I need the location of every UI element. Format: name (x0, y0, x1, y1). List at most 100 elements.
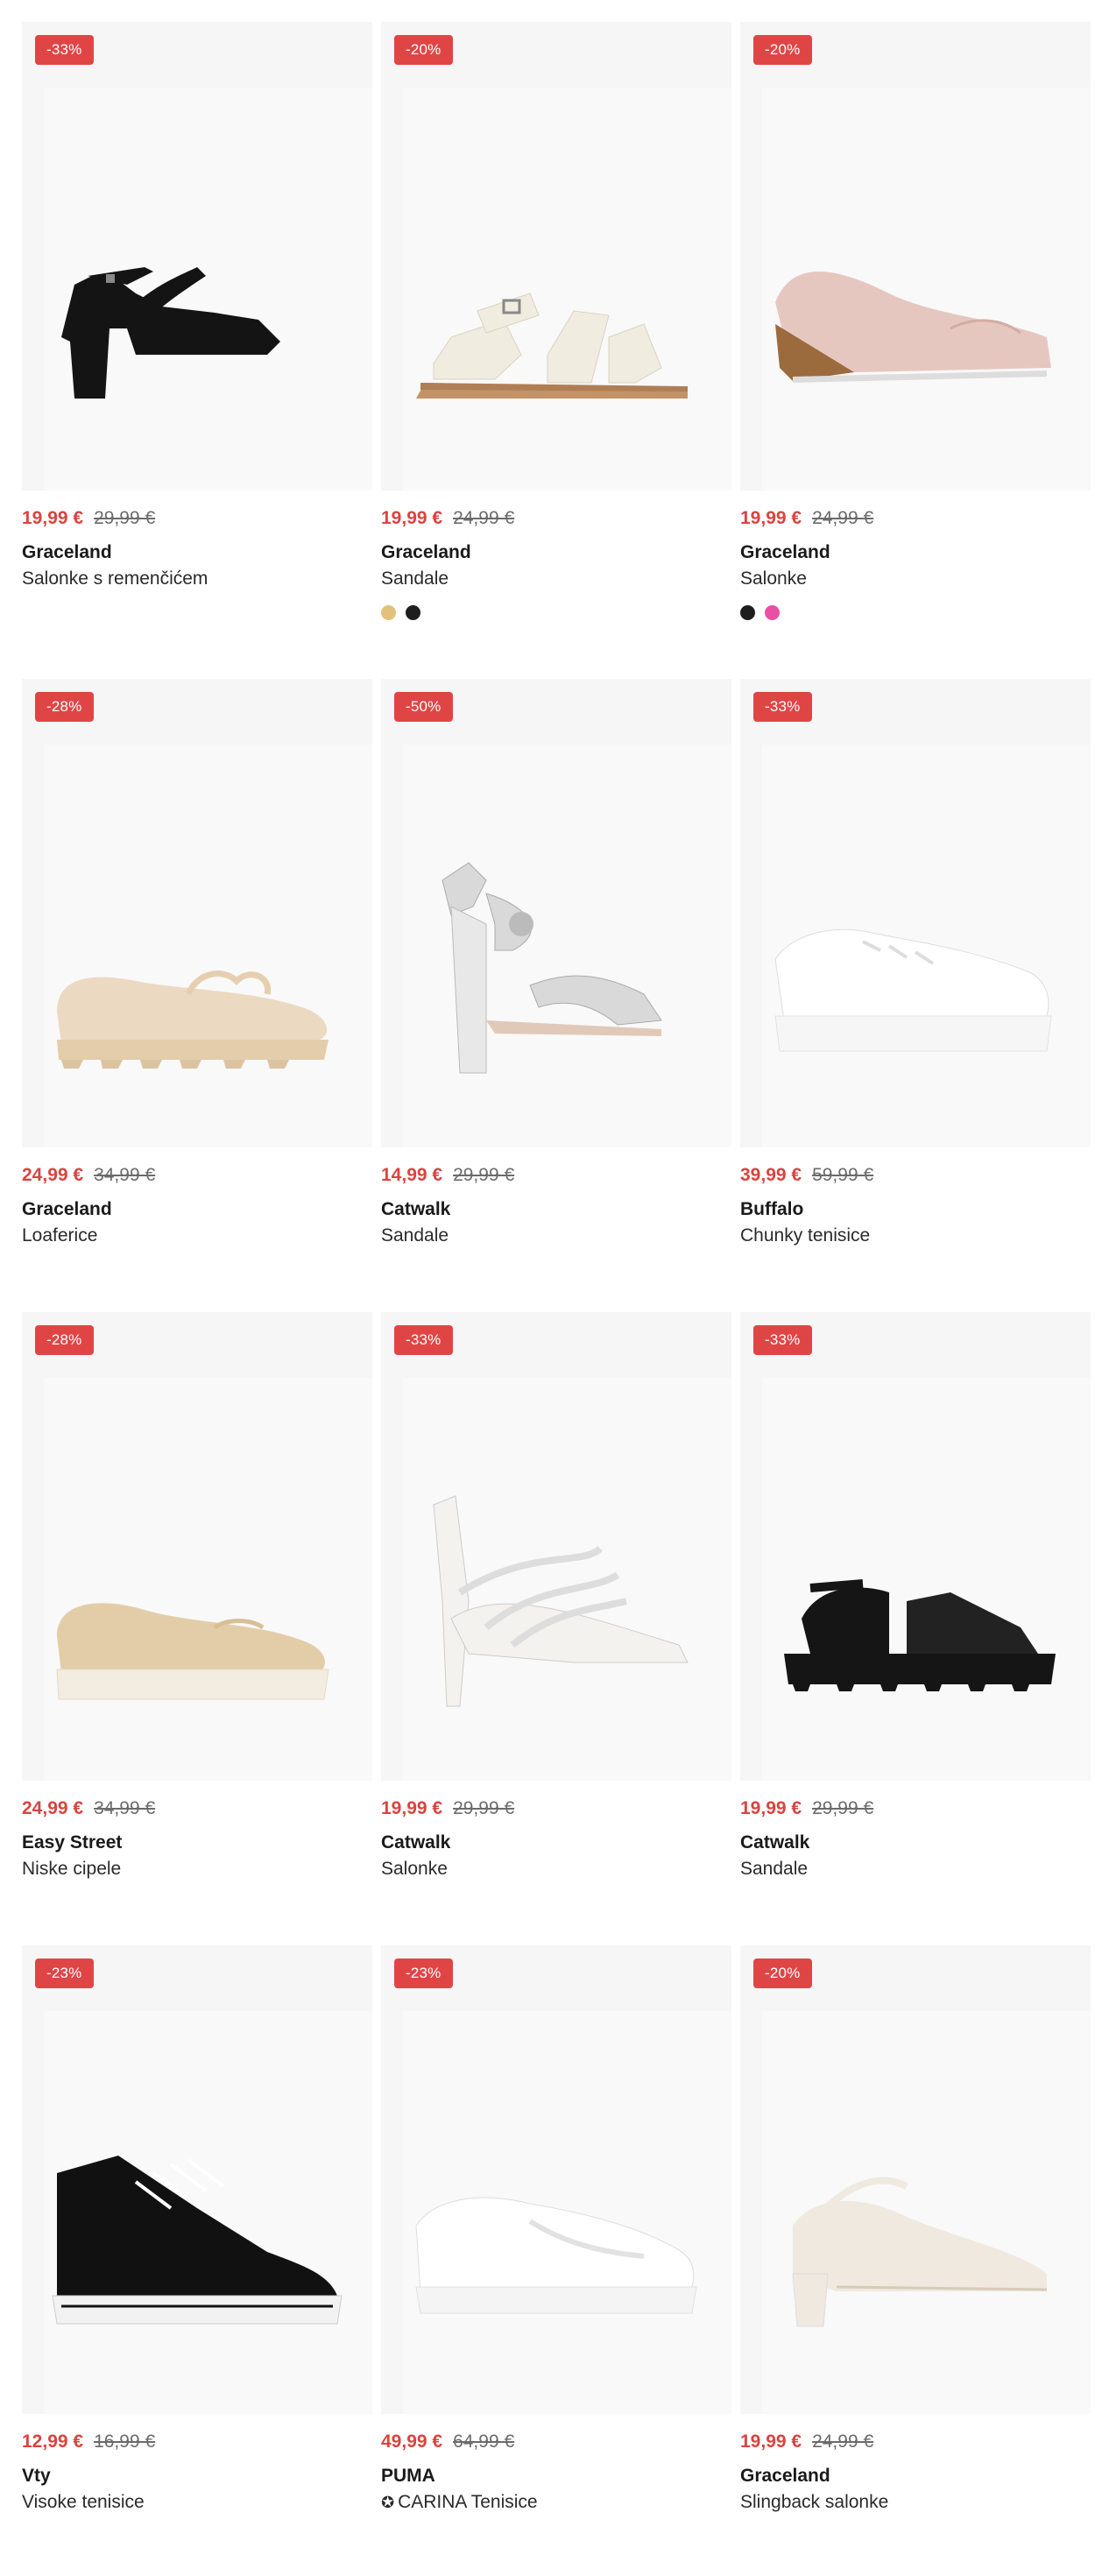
original-price: 16,99 € (94, 2431, 156, 2452)
color-swatch[interactable] (381, 605, 396, 620)
product-card[interactable]: -33% 19,99 € 29,99 € Catwalk Sandale (740, 1312, 1091, 1945)
color-swatch[interactable] (765, 605, 780, 620)
sale-price: 19,99 € (740, 2431, 802, 2452)
product-name[interactable]: Sandale (381, 567, 731, 591)
shoe-image (775, 272, 1051, 383)
product-brand[interactable]: PUMA (381, 2464, 731, 2488)
price-row: 19,99 € 29,99 € (740, 1796, 1091, 1822)
price-row: 39,99 € 59,99 € (740, 1162, 1091, 1189)
product-name[interactable]: Niske cipele (22, 1857, 372, 1881)
product-name-text: Sandale (381, 1225, 449, 1246)
sale-price: 19,99 € (740, 508, 802, 528)
sale-price: 19,99 € (381, 1798, 443, 1818)
discount-badge: -33% (35, 35, 94, 65)
product-card[interactable]: -33% 19,99 € 29,99 € Graceland Salonke s… (22, 22, 372, 679)
product-image[interactable]: -20% (740, 22, 1091, 490)
product-name[interactable]: Salonke (381, 1857, 731, 1881)
shoe-image (52, 2156, 343, 2325)
product-card[interactable]: -50% 14,99 € 29,99 € Catwalk Sandale (381, 679, 731, 1312)
discount-badge: -33% (394, 1325, 453, 1355)
product-grid: -33% 19,99 € 29,99 € Graceland Salonke s… (22, 22, 1095, 2576)
product-name[interactable]: Loaferice (22, 1224, 372, 1248)
original-price: 34,99 € (94, 1165, 156, 1185)
original-price: 29,99 € (812, 1798, 874, 1818)
color-swatches (740, 605, 1091, 620)
product-image[interactable]: -33% (740, 679, 1091, 1147)
original-price: 29,99 € (453, 1165, 515, 1185)
product-image[interactable]: -23% (22, 1945, 372, 2414)
product-image[interactable]: -33% (381, 1312, 731, 1781)
puma-logo-icon: ✪ (381, 2494, 395, 2511)
product-brand[interactable]: Graceland (740, 2464, 1091, 2488)
original-price: 59,99 € (812, 1165, 874, 1185)
discount-badge: -33% (753, 1325, 812, 1355)
product-card[interactable]: -23% 49,99 € 64,99 € PUMA ✪ CARINA Tenisi… (381, 1945, 731, 2576)
product-image[interactable]: -20% (740, 1945, 1091, 2414)
product-brand[interactable]: Graceland (740, 540, 1091, 565)
product-card[interactable]: -20% 19,99 € 24,99 € Graceland Slingback… (740, 1945, 1091, 2576)
product-name-text: Loaferice (22, 1225, 98, 1246)
product-name[interactable]: Salonke s remenčićem (22, 567, 372, 591)
product-brand[interactable]: Catwalk (381, 1831, 731, 1855)
original-price: 29,99 € (453, 1798, 515, 1818)
product-image[interactable]: -28% (22, 1312, 372, 1781)
product-name[interactable]: Chunky tenisice (740, 1224, 1091, 1248)
product-name[interactable]: Sandale (740, 1857, 1091, 1881)
product-brand[interactable]: Easy Street (22, 1831, 372, 1855)
product-brand[interactable]: Graceland (381, 540, 731, 565)
product-name[interactable]: Visoke tenisice (22, 2490, 372, 2515)
product-image[interactable]: -28% (22, 679, 372, 1147)
shoe-image (442, 862, 662, 1074)
sale-price: 19,99 € (381, 508, 443, 528)
product-card[interactable]: -33% 39,99 € 59,99 € Buffalo Chunky teni… (740, 679, 1091, 1312)
product-brand[interactable]: Graceland (22, 540, 372, 565)
discount-badge: -20% (394, 35, 453, 65)
product-name-text: Salonke (740, 568, 807, 589)
price-row: 24,99 € 34,99 € (22, 1796, 372, 1822)
product-name-text: Slingback salonke (740, 2492, 889, 2512)
price-row: 49,99 € 64,99 € (381, 2429, 731, 2455)
color-swatch[interactable] (406, 605, 420, 620)
original-price: 34,99 € (94, 1798, 156, 1818)
price-row: 19,99 € 29,99 € (22, 505, 372, 532)
sale-price: 24,99 € (22, 1165, 84, 1185)
product-name-text: Sandale (740, 1859, 809, 1879)
product-card[interactable]: -28% 24,99 € 34,99 € Graceland Loaferice (22, 679, 372, 1312)
sale-price: 39,99 € (740, 1165, 802, 1185)
price-row: 14,99 € 29,99 € (381, 1162, 731, 1189)
sale-price: 49,99 € (381, 2431, 443, 2452)
color-swatches (381, 605, 731, 620)
sale-price: 19,99 € (740, 1798, 802, 1818)
product-name[interactable]: ✪ CARINA Tenisice (381, 2490, 731, 2515)
price-row: 19,99 € 24,99 € (381, 505, 731, 532)
price-row: 19,99 € 24,99 € (740, 505, 1091, 532)
product-brand[interactable]: Graceland (22, 1197, 372, 1222)
product-brand[interactable]: Catwalk (740, 1831, 1091, 1855)
discount-badge: -23% (394, 1958, 453, 1988)
product-name-text: Niske cipele (22, 1859, 122, 1879)
product-card[interactable]: -23% 12,99 € 16,99 € Vty Visoke tenisice (22, 1945, 372, 2576)
product-brand[interactable]: Vty (22, 2464, 372, 2488)
product-card[interactable]: -33% 19,99 € 29,99 € Catwalk Salonke (381, 1312, 731, 1945)
product-image[interactable]: -20% (381, 22, 731, 490)
discount-badge: -33% (753, 692, 812, 722)
product-name-text: Sandale (381, 568, 449, 589)
product-brand[interactable]: Catwalk (381, 1197, 731, 1222)
product-name[interactable]: Salonke (740, 567, 1091, 591)
price-row: 19,99 € 24,99 € (740, 2429, 1091, 2455)
product-image[interactable]: -33% (740, 1312, 1091, 1781)
sale-price: 12,99 € (22, 2431, 84, 2452)
product-brand[interactable]: Buffalo (740, 1197, 1091, 1222)
discount-badge: -23% (35, 1958, 94, 1988)
product-card[interactable]: -28% 24,99 € 34,99 € Easy Street Niske c… (22, 1312, 372, 1945)
product-image[interactable]: -33% (22, 22, 372, 490)
product-card[interactable]: -20% 19,99 € 24,99 € Graceland Sandale (381, 22, 731, 679)
product-image[interactable]: -23% (381, 1945, 731, 2414)
color-swatch[interactable] (740, 605, 755, 620)
product-image[interactable]: -50% (381, 679, 731, 1147)
product-name[interactable]: Sandale (381, 1224, 731, 1248)
original-price: 24,99 € (453, 508, 515, 528)
product-name[interactable]: Slingback salonke (740, 2490, 1091, 2515)
product-card[interactable]: -20% 19,99 € 24,99 € Graceland Salonke (740, 22, 1091, 679)
sale-price: 24,99 € (22, 1798, 84, 1818)
